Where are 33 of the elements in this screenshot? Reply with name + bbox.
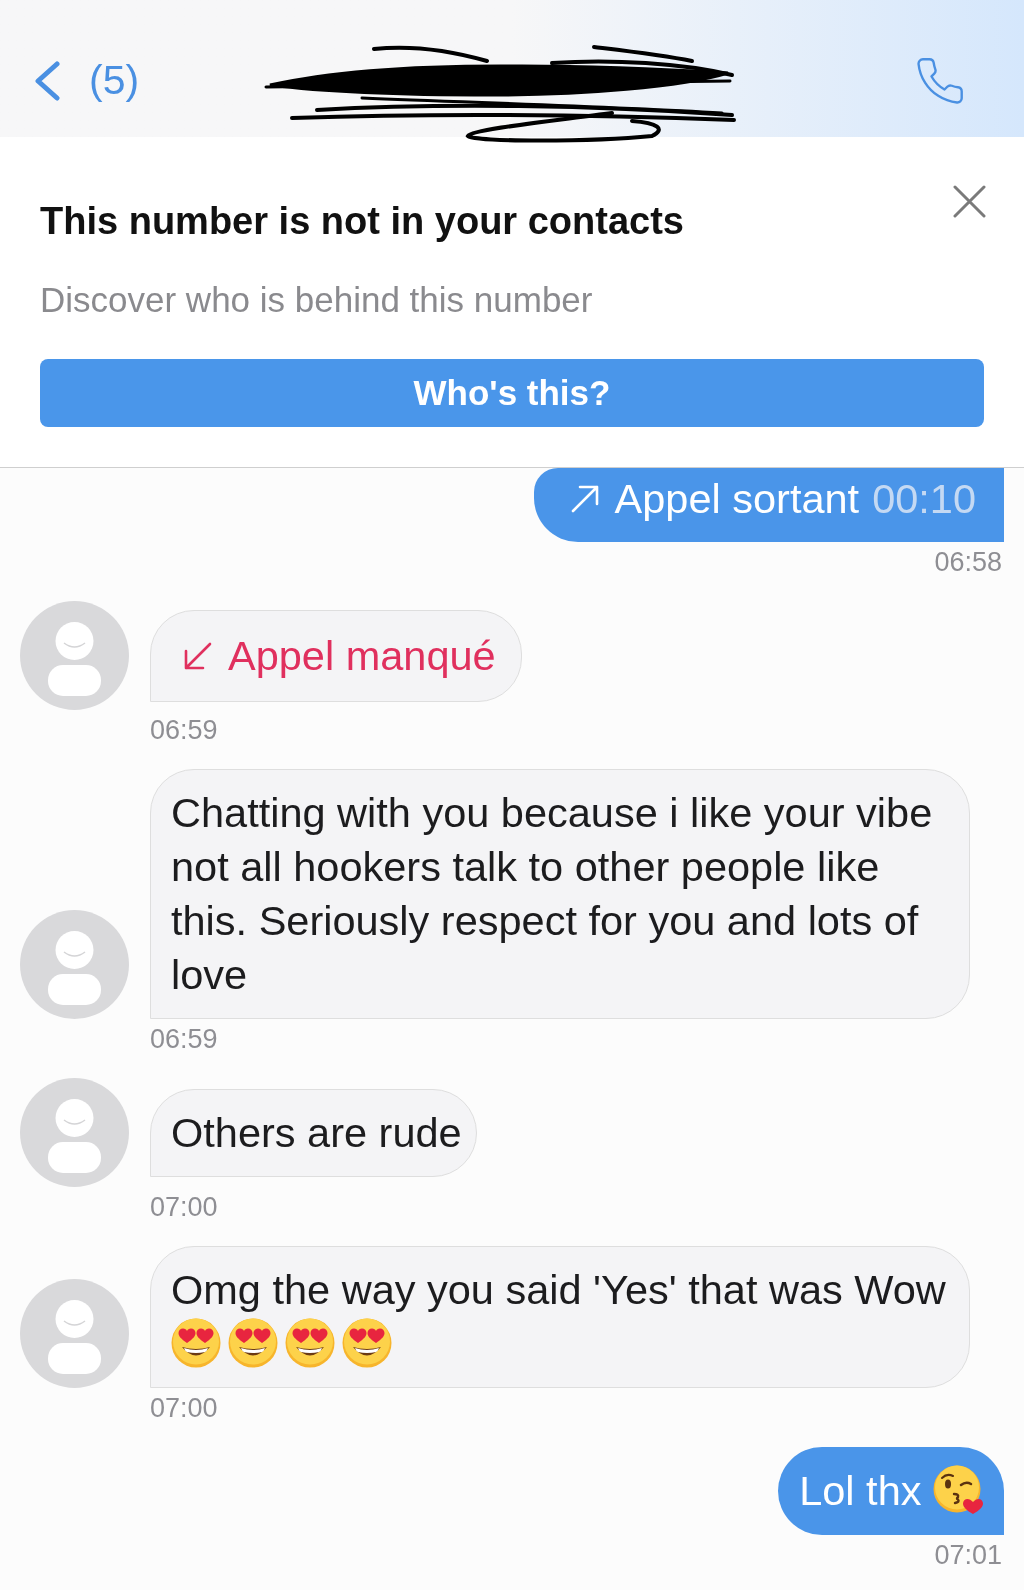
avatar-icon (20, 910, 129, 1019)
message-text: Chatting with you because i like your vibe not all hookers talk to other people like this. Seriously respect for you and lots of love (171, 789, 933, 998)
call-duration: 00:10 (872, 474, 976, 524)
whos-this-button[interactable]: Who's this? (40, 359, 984, 427)
back-button[interactable]: (5) (33, 60, 140, 101)
message-text: Omg the way you said 'Yes' that was Wow (171, 1266, 946, 1313)
message-time: 06:59 (150, 1024, 218, 1054)
avatar-icon (20, 1078, 129, 1187)
avatar-icon (20, 1279, 129, 1388)
arrow-up-right-icon (569, 484, 600, 514)
close-button[interactable] (953, 185, 986, 218)
banner-title: This number is not in your contacts (40, 199, 684, 244)
avatar-icon (20, 601, 129, 710)
message-time: 07:00 (150, 1192, 218, 1222)
call-label: Appel manqué (228, 630, 496, 681)
arrow-down-left-icon (183, 640, 213, 671)
phone-icon (917, 57, 963, 104)
message-text: Others are rude (171, 1108, 462, 1156)
heart-eyes-emoji-icon (285, 1318, 335, 1368)
back-icon (33, 60, 61, 101)
heart-eyes-emoji-icon (228, 1318, 278, 1368)
message-time: 06:59 (150, 715, 218, 745)
call-button[interactable] (917, 57, 963, 104)
call-label: Appel sortant (614, 474, 860, 524)
heart-eyes-emoji-icon (342, 1318, 392, 1368)
kissing-face-emoji-icon (933, 1465, 983, 1515)
heart-eyes-emoji-icon (171, 1318, 221, 1368)
message-time: 07:00 (150, 1393, 218, 1423)
close-icon (953, 185, 986, 218)
message-text: Lol thx (799, 1467, 922, 1514)
message-time: 06:58 (934, 547, 1002, 577)
message-time: 07:01 (934, 1540, 1002, 1570)
banner-subtitle: Discover who is behind this number (40, 279, 593, 321)
